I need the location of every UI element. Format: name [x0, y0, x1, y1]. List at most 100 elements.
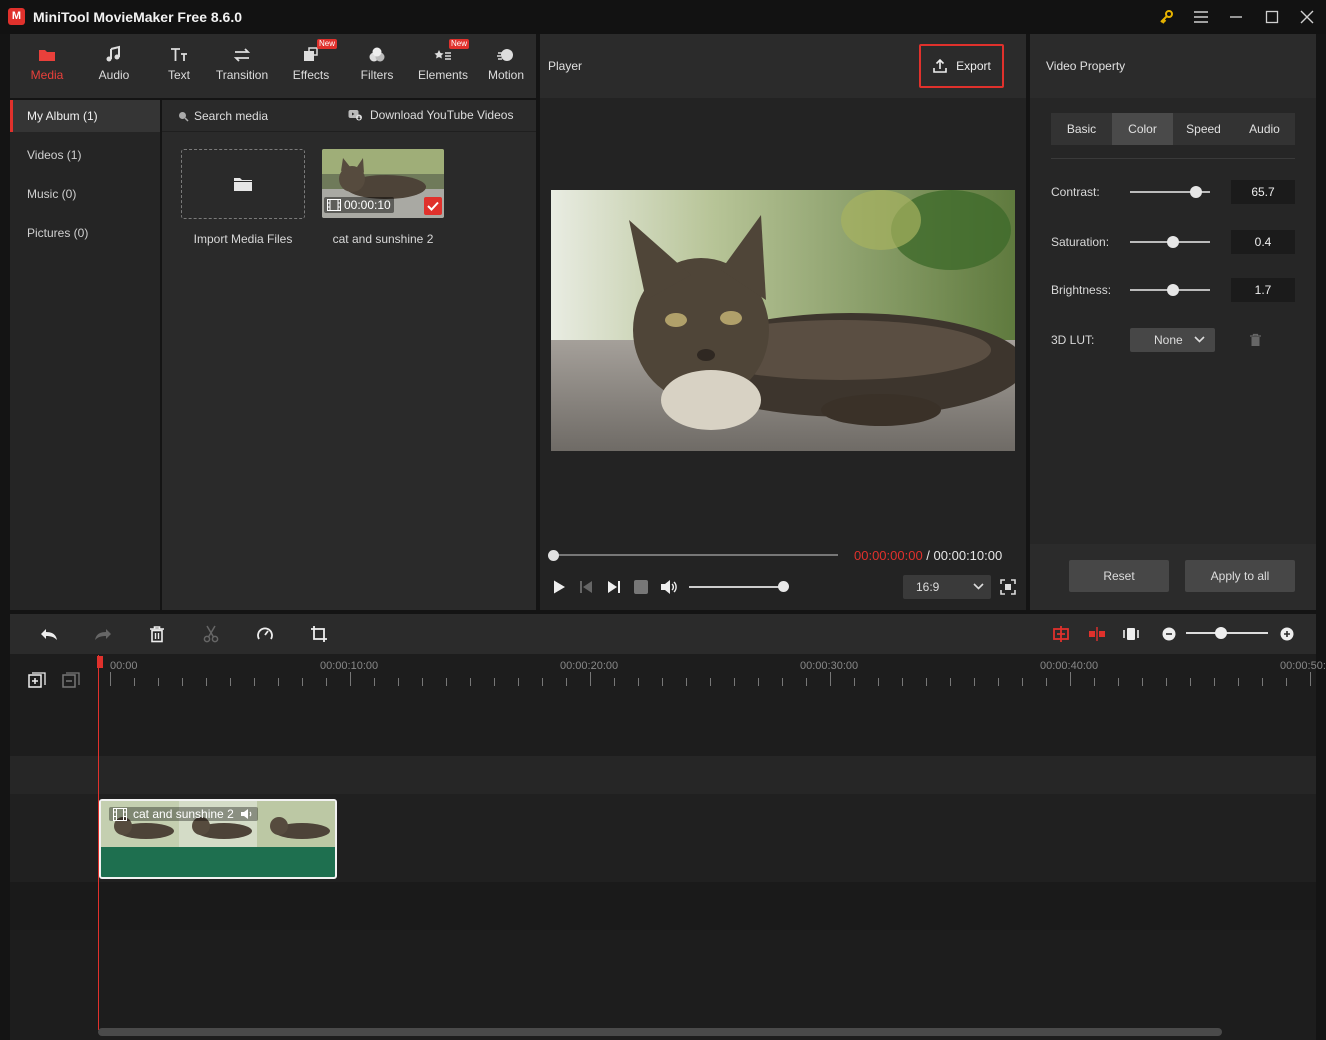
ruler-tick	[422, 678, 423, 686]
album-my-album[interactable]: My Album (1)	[10, 100, 160, 132]
search-input[interactable]: Search media	[194, 109, 268, 123]
remove-track-icon[interactable]	[62, 672, 80, 688]
film-icon	[113, 807, 127, 821]
ruler-tick	[278, 678, 279, 686]
zoom-slider-track[interactable]	[1186, 632, 1268, 634]
album-videos[interactable]: Videos (1)	[10, 139, 160, 171]
lut-select[interactable]: None	[1130, 328, 1215, 352]
album-pictures[interactable]: Pictures (0)	[10, 217, 160, 249]
split-track-icon[interactable]	[1085, 622, 1109, 646]
tab-motion[interactable]: Motion	[476, 34, 536, 98]
brightness-value-input[interactable]: 1.7	[1231, 278, 1295, 302]
volume-icon[interactable]	[660, 579, 678, 595]
playback-progress-knob[interactable]	[548, 550, 559, 561]
export-button[interactable]: Export	[919, 44, 1004, 88]
zoom-out-icon[interactable]	[1157, 622, 1181, 646]
tab-audio[interactable]: Audio	[1234, 113, 1295, 145]
timeline-video-clip[interactable]: cat and sunshine 2	[99, 799, 337, 879]
menu-icon[interactable]	[1188, 6, 1214, 28]
undo-icon[interactable]	[37, 622, 61, 646]
apply-to-all-button[interactable]: Apply to all	[1185, 560, 1295, 592]
contrast-slider-knob[interactable]	[1189, 186, 1202, 198]
lut-value: None	[1154, 333, 1183, 347]
tab-speed[interactable]: Speed	[1173, 113, 1234, 145]
ruler-tick	[758, 678, 759, 686]
album-music[interactable]: Music (0)	[10, 178, 160, 210]
tab-text[interactable]: Text	[146, 34, 212, 98]
tab-basic[interactable]: Basic	[1051, 113, 1112, 145]
chevron-down-icon	[973, 583, 984, 590]
ruler-tick	[182, 678, 183, 686]
download-youtube-button[interactable]: Download YouTube Videos	[348, 108, 513, 122]
ruler-tick	[326, 678, 327, 686]
media-library: Search media Download YouTube Videos Imp…	[162, 100, 536, 610]
aspect-ratio-select[interactable]: 16:9	[903, 575, 991, 599]
app-title: MiniTool MovieMaker Free 8.6.0	[33, 9, 243, 25]
playhead-handle[interactable]	[97, 656, 103, 668]
download-icon	[348, 110, 362, 121]
tab-transition[interactable]: Transition	[209, 34, 275, 98]
add-track-icon[interactable]	[28, 672, 46, 688]
tab-audio[interactable]: Audio	[81, 34, 147, 98]
speed-icon[interactable]	[253, 622, 277, 646]
timecode: 00:00:00:00 / 00:00:10:00	[854, 548, 1002, 563]
fit-zoom-icon[interactable]	[1119, 622, 1143, 646]
property-title: Video Property	[1046, 59, 1126, 73]
tab-color[interactable]: Color	[1112, 113, 1173, 145]
import-media-button[interactable]	[181, 149, 305, 219]
ruler-tick	[1262, 678, 1263, 686]
zoom-in-icon[interactable]	[1275, 622, 1299, 646]
zoom-slider-knob[interactable]	[1215, 627, 1227, 639]
tab-media[interactable]: Media	[14, 34, 80, 98]
volume-slider-track[interactable]	[689, 586, 782, 588]
playback-progress-track[interactable]	[553, 554, 838, 556]
video-preview[interactable]	[551, 190, 1015, 451]
maximize-icon[interactable]	[1259, 6, 1285, 28]
volume-slider-knob[interactable]	[778, 581, 789, 592]
timeline-horizontal-scrollbar[interactable]	[98, 1028, 1222, 1036]
contrast-value-input[interactable]: 65.7	[1231, 180, 1295, 204]
clip-duration: 00:00:10	[344, 198, 391, 212]
tab-filters[interactable]: Filters	[344, 34, 410, 98]
trash-icon[interactable]	[1249, 333, 1262, 347]
crop-icon[interactable]	[307, 622, 331, 646]
timeline-ruler[interactable]: 00:00 00:00:10:00 00:00:20:00 00:00:30:00 00…	[98, 654, 1326, 694]
saturation-slider-knob[interactable]	[1167, 236, 1180, 248]
check-icon[interactable]	[424, 197, 442, 215]
ruler-tick	[782, 678, 783, 686]
ruler-tick	[1070, 672, 1071, 686]
play-icon[interactable]	[551, 579, 567, 595]
key-icon[interactable]	[1153, 6, 1179, 28]
redo-icon[interactable]	[91, 622, 115, 646]
playhead-line[interactable]	[98, 655, 99, 1030]
minimize-icon[interactable]	[1223, 6, 1249, 28]
delete-icon[interactable]	[145, 622, 169, 646]
motion-icon	[497, 49, 513, 61]
tab-label: Text	[167, 68, 190, 82]
brightness-slider-knob[interactable]	[1167, 284, 1180, 296]
ruler-tick	[542, 678, 543, 686]
snap-icon[interactable]	[1049, 622, 1073, 646]
ruler-tick-label: 00:00:30:00	[800, 660, 859, 672]
media-clip-thumbnail[interactable]: 00:00:10	[322, 149, 444, 218]
saturation-value-input[interactable]: 0.4	[1231, 230, 1295, 254]
ruler-tick	[734, 678, 735, 686]
split-scissors-icon[interactable]	[199, 622, 223, 646]
tab-label: Media	[30, 68, 64, 82]
tab-effects[interactable]: Effects New	[278, 34, 344, 98]
player-title: Player	[548, 59, 583, 73]
tab-label: Transition	[215, 68, 269, 82]
reset-button[interactable]: Reset	[1069, 560, 1169, 592]
close-icon[interactable]	[1294, 6, 1320, 28]
clip-volume-icon[interactable]	[240, 808, 254, 820]
stop-icon[interactable]	[634, 580, 648, 594]
fullscreen-icon[interactable]	[1000, 579, 1016, 595]
previous-frame-icon[interactable]	[578, 579, 594, 595]
tab-label: Audio	[98, 68, 130, 82]
new-badge: New	[316, 39, 337, 49]
music-note-icon	[106, 45, 120, 62]
filters-icon	[369, 47, 385, 62]
tab-elements[interactable]: Elements New	[410, 34, 476, 98]
ruler-tick	[470, 678, 471, 686]
next-frame-icon[interactable]	[606, 579, 622, 595]
